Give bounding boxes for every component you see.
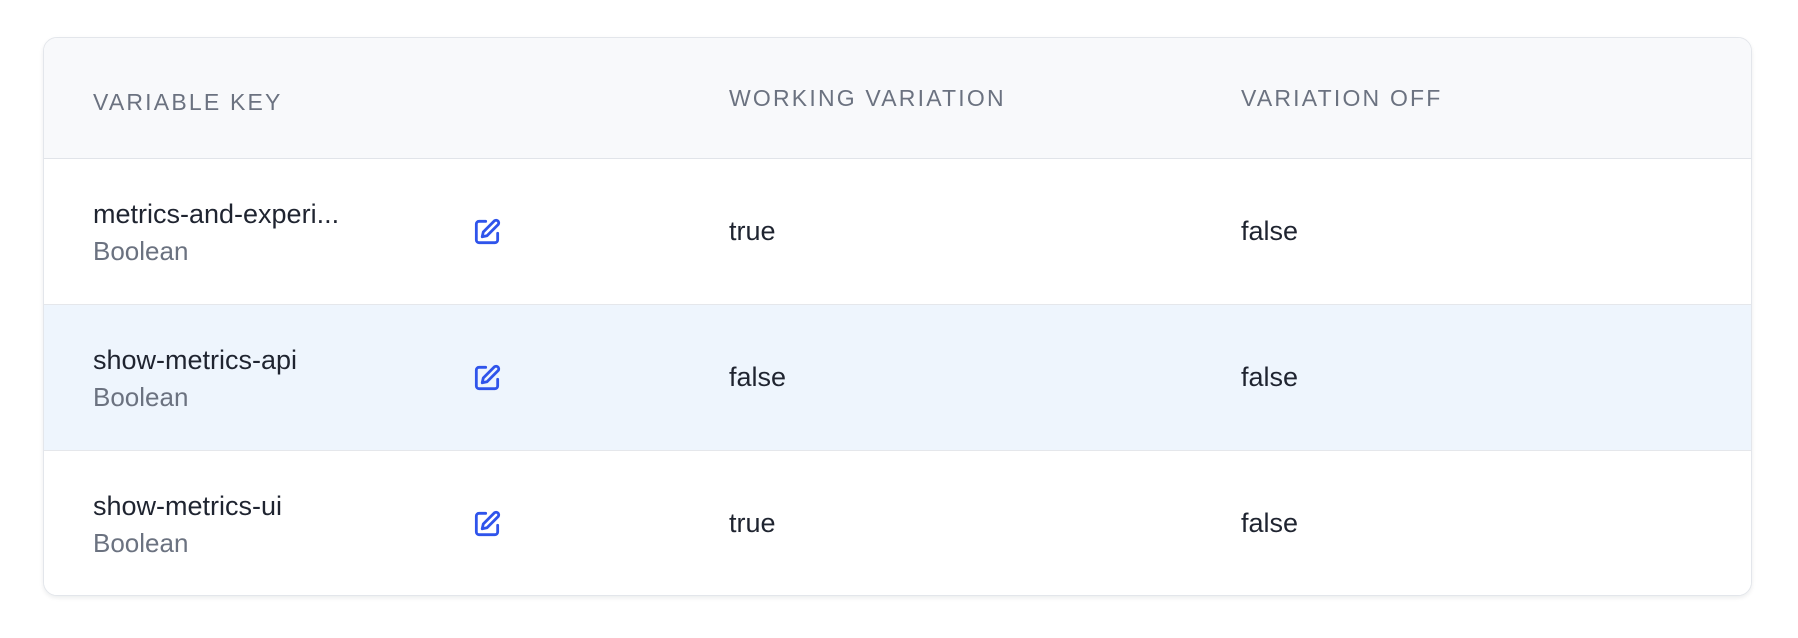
edit-button[interactable] bbox=[469, 214, 505, 250]
edit-button[interactable] bbox=[469, 506, 505, 542]
edit-button[interactable] bbox=[469, 360, 505, 396]
header-variable-key: VARIABLE KEY bbox=[93, 88, 283, 115]
variable-key-cell: show-metrics-api Boolean bbox=[93, 305, 297, 450]
variable-type: Boolean bbox=[93, 527, 189, 558]
variable-key: metrics-and-experi... bbox=[93, 198, 340, 229]
table-header: VARIABLE KEY WORKING VARIATION VARIATION… bbox=[44, 38, 1751, 159]
table-row: show-metrics-api Boolean false false bbox=[44, 305, 1751, 451]
working-variation-value: true bbox=[729, 216, 776, 246]
header-variation-off: VARIATION OFF bbox=[1241, 84, 1443, 111]
variable-key-cell: metrics-and-experi... Boolean bbox=[93, 159, 339, 304]
table-row: metrics-and-experi... Boolean true false bbox=[44, 159, 1751, 305]
edit-icon bbox=[474, 364, 501, 390]
variation-off-value: false bbox=[1241, 216, 1299, 246]
edit-icon bbox=[474, 218, 501, 244]
variable-key: show-metrics-ui bbox=[93, 490, 283, 521]
variation-off-value: false bbox=[1241, 508, 1299, 538]
edit-icon bbox=[474, 510, 501, 536]
working-variation-value: false bbox=[729, 362, 787, 392]
working-variation-value: true bbox=[729, 508, 776, 538]
variation-off-value: false bbox=[1241, 362, 1299, 392]
variable-type: Boolean bbox=[93, 381, 189, 412]
variable-key: show-metrics-api bbox=[93, 344, 298, 375]
variable-type: Boolean bbox=[93, 235, 189, 266]
table-row: show-metrics-ui Boolean true false bbox=[44, 451, 1751, 595]
variable-key-cell: show-metrics-ui Boolean bbox=[93, 451, 283, 595]
variables-table: VARIABLE KEY WORKING VARIATION VARIATION… bbox=[43, 37, 1752, 596]
header-working-variation: WORKING VARIATION bbox=[729, 84, 1006, 111]
